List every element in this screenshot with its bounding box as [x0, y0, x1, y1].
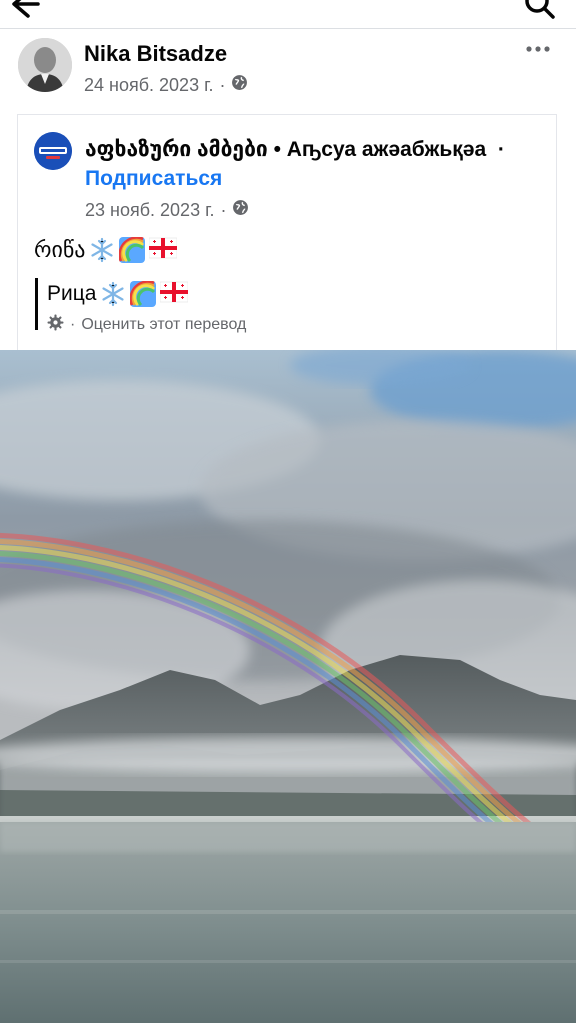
page-avatar[interactable] [34, 132, 72, 170]
translation-block: Рица · Оценить этот перевод [35, 278, 527, 333]
page-name-line: აფხაზური ამბები • Аҧсуа ажәабжьқәа · Под… [85, 135, 535, 193]
georgian-flag-icon [160, 281, 189, 307]
snowflake-icon [89, 237, 115, 263]
rate-translation-link[interactable]: Оценить этот перевод [81, 316, 246, 334]
back-arrow-icon[interactable] [6, 0, 42, 22]
translated-post-text: Рица [47, 280, 527, 308]
post-header: Nika Bitsadze 24 нояб. 2023 г. · [0, 30, 576, 110]
author-name[interactable]: Nika Bitsadze [84, 41, 227, 67]
search-icon[interactable] [522, 0, 558, 22]
globe-icon [232, 199, 249, 221]
follow-button[interactable]: Подписаться [85, 167, 222, 190]
post-date[interactable]: 24 нояб. 2023 г. [84, 75, 213, 96]
meta-separator: · [220, 199, 227, 220]
georgian-flag-icon [149, 237, 178, 263]
snowflake-icon [100, 281, 126, 307]
globe-icon [231, 74, 248, 96]
shared-meta: 23 нояб. 2023 г. · [85, 199, 249, 221]
shared-post-card: აფხაზური ამბები • Аҧсуа ажәабжьқәа · Под… [17, 114, 557, 350]
rate-separator: · [70, 316, 76, 333]
original-text: რიწა [34, 237, 86, 262]
post-photo[interactable] [0, 350, 576, 1023]
meta-separator: · [219, 74, 226, 95]
gear-icon[interactable] [47, 314, 64, 336]
top-bar [0, 0, 576, 29]
follow-separator: · [497, 138, 505, 161]
more-dots-icon[interactable] [524, 42, 552, 56]
rate-translation-row: · Оценить этот перевод [47, 314, 527, 336]
rainbow-icon [129, 280, 157, 307]
shared-date[interactable]: 23 нояб. 2023 г. [85, 200, 214, 221]
original-post-text: რიწა [34, 236, 178, 263]
rainbow-icon [118, 236, 146, 263]
translated-text: Рица [47, 282, 97, 305]
avatar[interactable] [18, 38, 72, 92]
page-name[interactable]: აფხაზური ამბები • Аҧсуа ажәабжьқәа [85, 138, 486, 161]
post-meta: 24 нояб. 2023 г. · [84, 74, 248, 96]
